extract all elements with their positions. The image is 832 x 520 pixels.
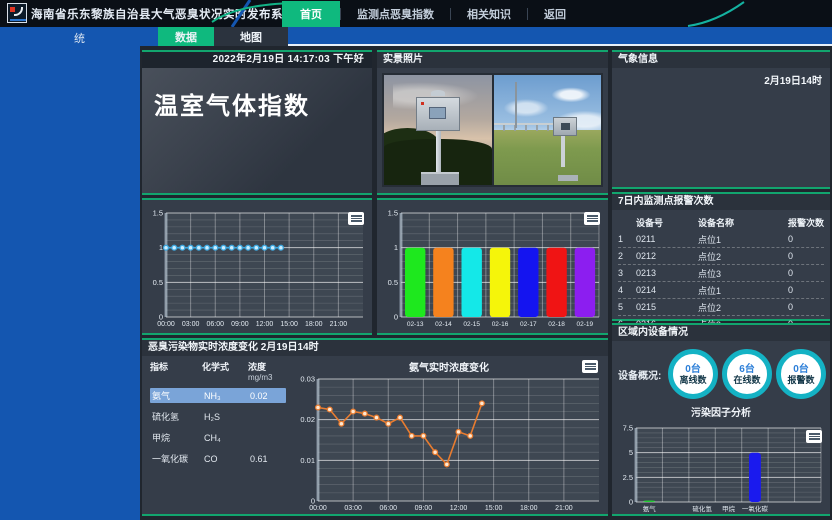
svg-text:15:00: 15:00 — [485, 505, 503, 512]
panel-greenhouse-trend: 00.511.500:0003:0006:0009:0012:0015:0018… — [142, 198, 372, 335]
svg-text:02-16: 02-16 — [492, 321, 509, 328]
svg-text:甲烷: 甲烷 — [722, 504, 736, 513]
svg-text:0.02: 0.02 — [300, 415, 315, 424]
odor-table-header: 指标 化学式 浓度 mg/m3 — [150, 360, 286, 382]
svg-text:7.5: 7.5 — [623, 424, 633, 433]
alarm-table-row: 4 0214 点位1 0 — [618, 282, 824, 299]
nav-home[interactable]: 首页 — [282, 1, 340, 27]
site-photo-2 — [494, 75, 602, 185]
svg-text:00:00: 00:00 — [157, 321, 175, 328]
svg-text:02-14: 02-14 — [435, 321, 452, 328]
greenhouse-index-title: 温室气体指数 — [142, 68, 372, 121]
nh3-trend-chart: 00.010.020.0300:0003:0006:0009:0012:0015… — [292, 374, 604, 514]
odor-table: 指标 化学式 浓度 mg/m3 氨气 NH₃ 0.02 — [142, 356, 290, 514]
alarms-table: 设备号 设备名称 报警次数 1 0211 点位1 0 2 0212 — [612, 210, 830, 333]
svg-text:0.5: 0.5 — [153, 278, 163, 287]
sidebar — [0, 46, 140, 520]
odor-table-row[interactable]: 硫化氢 H₂S — [150, 409, 286, 424]
svg-text:18:00: 18:00 — [305, 321, 323, 328]
svg-text:12:00: 12:00 — [256, 321, 274, 328]
panel-odor-concentration: 恶臭污染物实时浓度变化 2月19日14时 指标 化学式 浓度 mg/m3 氨气 … — [142, 338, 608, 516]
nav-odor-index[interactable]: 监测点恶臭指数 — [341, 1, 450, 27]
svg-text:06:00: 06:00 — [379, 505, 397, 512]
chart-menu-icon[interactable] — [582, 360, 598, 373]
svg-text:1: 1 — [394, 243, 398, 252]
odor-table-row[interactable]: 甲烷 CH₄ — [150, 430, 286, 445]
stat-offline: 0台 离线数 — [668, 349, 718, 399]
svg-text:02-15: 02-15 — [463, 321, 480, 328]
alarm-table-row: 3 0213 点位3 0 — [618, 265, 824, 282]
odor-panel-title: 恶臭污染物实时浓度变化 2月19日14时 — [142, 340, 608, 356]
alarm-table-row: 5 0215 点位2 0 — [618, 299, 824, 316]
svg-text:一氧化碳: 一氧化碳 — [742, 504, 769, 513]
svg-text:02-13: 02-13 — [407, 321, 424, 328]
svg-text:09:00: 09:00 — [231, 321, 249, 328]
svg-text:0.01: 0.01 — [300, 456, 315, 465]
daily-index-chart: 0 0.5 1 1.5 02-13 02-14 02-15 02-16 02-17 02-18 02… — [381, 208, 604, 330]
stat-alarm: 0台 报警数 — [776, 349, 826, 399]
svg-text:21:00: 21:00 — [330, 321, 348, 328]
svg-text:12:00: 12:00 — [450, 505, 468, 512]
svg-text:2.5: 2.5 — [623, 473, 633, 482]
tab-map[interactable]: 地图 — [214, 27, 288, 46]
nh3-chart-title: 氨气实时浓度变化 — [290, 356, 608, 374]
nav-back[interactable]: 返回 — [528, 1, 582, 27]
panel-site-photos: 实景照片 — [377, 50, 608, 195]
alarm-table-row: 1 0211 点位1 0 — [618, 231, 824, 248]
svg-text:1: 1 — [159, 243, 163, 252]
alarms-panel-title: 7日内监测点报警次数 — [612, 194, 830, 210]
weather-time-label: 2月19日14时 — [612, 68, 830, 87]
svg-text:18:00: 18:00 — [520, 505, 538, 512]
svg-text:06:00: 06:00 — [206, 321, 224, 328]
svg-text:硫化氢: 硫化氢 — [692, 504, 712, 513]
svg-text:5: 5 — [629, 448, 633, 457]
svg-text:02-19: 02-19 — [577, 321, 594, 328]
svg-text:1.5: 1.5 — [388, 209, 398, 218]
panel-greenhouse-index: 2022年2月19日 14:17:03 下午好 温室气体指数 — [142, 50, 372, 195]
panel-weather: 气象信息 2月19日14时 — [612, 50, 830, 189]
stat-online: 6台 在线数 — [722, 349, 772, 399]
svg-text:0.03: 0.03 — [300, 375, 315, 384]
subbar: 统 数据 地图 — [0, 27, 832, 46]
alarms-table-header: 设备号 设备名称 报警次数 — [618, 214, 824, 231]
topbar: 海南省乐东黎族自治县大气恶臭状况实时发布系 首页 监测点恶臭指数 相关知识 返回 — [0, 0, 832, 27]
devices-panel-title: 区域内设备情况 — [612, 325, 830, 341]
chart-menu-icon[interactable] — [348, 212, 364, 225]
weather-panel-title: 气象信息 — [612, 52, 830, 68]
site-photo-1 — [384, 75, 492, 185]
dashboard: 2022年2月19日 14:17:03 下午好 温室气体指数 00.511.50… — [140, 46, 832, 520]
nav-knowledge[interactable]: 相关知识 — [451, 1, 527, 27]
panel-device-status: 区域内设备情况 设备概况: 0台 离线数 6台 在线数 0台 报警数 污染因子分… — [612, 323, 830, 516]
svg-text:0: 0 — [394, 313, 398, 322]
svg-text:21:00: 21:00 — [555, 505, 573, 512]
main-nav: 首页 监测点恶臭指数 相关知识 返回 — [282, 0, 582, 27]
svg-text:03:00: 03:00 — [344, 505, 362, 512]
pollution-chart-title: 污染因子分析 — [612, 401, 830, 419]
chart-menu-icon[interactable] — [806, 430, 822, 443]
alarm-table-row: 2 0212 点位2 0 — [618, 248, 824, 265]
tab-underline — [288, 44, 832, 46]
datetime-text: 2022年2月19日 14:17:03 下午好 — [142, 52, 372, 68]
svg-text:0: 0 — [629, 498, 633, 507]
photos-panel-title: 实景照片 — [377, 52, 608, 68]
svg-text:09:00: 09:00 — [415, 505, 433, 512]
svg-text:15:00: 15:00 — [280, 321, 298, 328]
chart-menu-icon[interactable] — [584, 212, 600, 225]
panel-alarm-counts: 7日内监测点报警次数 设备号 设备名称 报警次数 1 0211 点位1 0 — [612, 192, 830, 321]
svg-text:氨气: 氨气 — [643, 504, 657, 513]
svg-text:1.5: 1.5 — [153, 209, 163, 218]
app-title-overflow: 统 — [74, 30, 85, 46]
svg-text:00:00: 00:00 — [309, 505, 327, 512]
svg-text:02-17: 02-17 — [520, 321, 537, 328]
greenhouse-trend-chart: 00.511.500:0003:0006:0009:0012:0015:0018… — [146, 208, 368, 330]
tab-data[interactable]: 数据 — [158, 27, 214, 46]
odor-table-row[interactable]: 氨气 NH₃ 0.02 — [150, 388, 286, 403]
device-overview-label: 设备概况: — [618, 367, 668, 382]
pollution-factor-chart: 0 2.5 5 7.5 氨气 硫化氢 甲烷一氧化碳 — [616, 423, 826, 515]
svg-text:0.5: 0.5 — [388, 278, 398, 287]
svg-text:03:00: 03:00 — [182, 321, 200, 328]
odor-table-row[interactable]: 一氧化碳 CO 0.61 — [150, 451, 286, 466]
panel-daily-index: 0 0.5 1 1.5 02-13 02-14 02-15 02-16 02-17 02-18 02… — [377, 198, 608, 335]
svg-text:02-18: 02-18 — [548, 321, 565, 328]
